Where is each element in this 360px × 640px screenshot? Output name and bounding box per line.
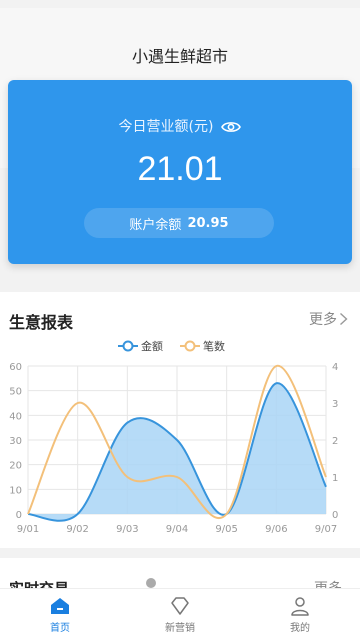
x-tick-label: 9/04 [166,524,188,535]
realtime-title: 实时交易 [9,578,69,588]
legend-label: 金额 [141,339,163,353]
balance-pill[interactable]: 账户余额 20.95 [84,208,274,238]
realtime-section: 实时交易 更多 [0,558,360,588]
scroll-indicator [146,578,156,588]
diamond-icon [171,597,189,615]
user-icon [291,597,309,616]
home-icon [51,598,69,614]
y-left-tick-label: 20 [9,461,22,472]
balance-value: 20.95 [187,215,229,231]
y-right-tick-label: 4 [332,362,338,373]
revenue-label-row: 今日营业额(元) [8,116,352,136]
y-right-tick-label: 2 [332,436,338,447]
x-tick-label: 9/06 [265,524,287,535]
revenue-card: 今日营业额(元) 21.01 账户余额 20.95 [8,80,352,264]
eye-icon[interactable] [221,119,242,133]
x-tick-label: 9/02 [66,524,88,535]
revenue-value: 21.01 [137,150,223,188]
legend-marker [184,340,196,352]
legend-label: 笔数 [203,339,225,353]
realtime-more-link[interactable]: 更多 [314,578,342,588]
business-chart: 0 10 20 30 40 50 60 0 1 2 3 4 9/01 9/02 9/03 9/04 9/05 9/… [9,339,338,535]
revenue-label: 今日营业额(元) [118,119,214,135]
y-right-tick-label: 1 [332,473,338,484]
tab-mine-label: 我的 [290,623,310,634]
y-left-tick-label: 50 [9,387,22,398]
business-report-section: 生意报表 更多 0 10 20 30 40 50 60 0 1 2 3 4 9/01 9/02 9/03 9/… [0,292,360,548]
x-tick-label: 9/05 [215,524,237,535]
tab-marketing[interactable]: 新营销 [120,589,240,640]
balance-label: 账户余额 [129,217,182,233]
tab-home[interactable]: 首页 [0,589,120,640]
legend-marker [122,340,134,352]
page-title: 小遇生鲜超市 [131,47,228,66]
tab-mine[interactable]: 我的 [240,589,360,640]
x-tick-label: 9/01 [17,524,39,535]
tab-bar: 首页 新营销 我的 [0,588,360,640]
y-left-tick-label: 40 [9,411,22,422]
y-right-tick-label: 3 [332,399,338,410]
tab-marketing-label: 新营销 [165,623,195,634]
y-left-tick-label: 60 [9,362,22,373]
tab-home-label: 首页 [50,623,70,634]
x-tick-label: 9/07 [315,524,337,535]
y-left-tick-label: 0 [16,510,22,521]
y-right-tick-label: 0 [332,510,338,521]
x-tick-label: 9/03 [116,524,138,535]
status-bar [0,0,360,8]
y-left-tick-label: 30 [9,436,22,447]
y-left-tick-label: 10 [9,485,22,496]
chevron-right-icon [339,312,348,326]
